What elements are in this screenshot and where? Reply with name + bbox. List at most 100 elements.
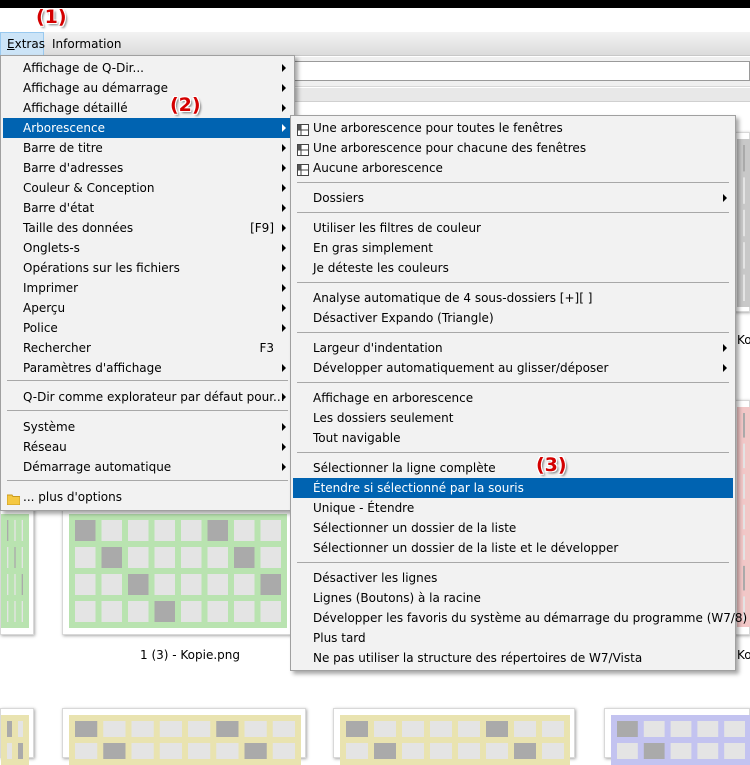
thumbnail-1-3-kopie[interactable] <box>62 505 292 635</box>
extras-item-arborescence[interactable]: Arborescence <box>3 118 292 138</box>
tree-item-ne-pas-utiliser-la-structure-des-repertoires-de-w7-vista[interactable]: Ne pas utiliser la structure des réperto… <box>293 648 733 668</box>
thumbnail-cell <box>159 743 182 759</box>
submenu-arrow-icon <box>723 194 727 202</box>
menu-separator <box>7 380 288 381</box>
extras-item-label: Réseau <box>23 440 67 454</box>
thumbnail-cell <box>188 721 211 737</box>
extras-item-couleur-conception[interactable]: Couleur & Conception <box>3 178 292 198</box>
thumbnail-partial-left[interactable] <box>0 505 34 635</box>
extras-item-affichage-au-demarrage[interactable]: Affichage au démarrage <box>3 78 292 98</box>
tree-item-dossiers[interactable]: Dossiers <box>293 188 733 208</box>
tree-item-plus-tard[interactable]: Plus tard <box>293 628 733 648</box>
menu-separator <box>297 562 729 563</box>
extras-item-barre-de-titre[interactable]: Barre de titre <box>3 138 292 158</box>
tree-item-une-arborescence-pour-chacune-des-fenetres[interactable]: Une arborescence pour chacune des fenêtr… <box>293 138 733 158</box>
thumbnail-cell <box>743 242 745 269</box>
extras-item-taille-des-donnees[interactable]: Taille des données [F9] <box>3 218 292 238</box>
extras-item-q-dir-comme-explorateur-par-defaut-pour[interactable]: Q-Dir comme explorateur par défaut pour.… <box>3 387 292 407</box>
tree-item-label: Analyse automatique de 4 sous-dossiers [… <box>313 291 593 305</box>
extras-item-systeme[interactable]: Système <box>3 417 292 437</box>
tree-item-label: Les dossiers seulement <box>313 411 454 425</box>
thumbnail-partial-right-mid[interactable] <box>734 400 750 635</box>
menu-separator <box>297 182 729 183</box>
tree-item-utiliser-les-filtres-de-couleur[interactable]: Utiliser les filtres de couleur <box>293 218 733 238</box>
thumbnail-cell <box>724 743 745 759</box>
thumbnail-cell <box>7 547 9 568</box>
extras-item-police[interactable]: Police <box>3 318 292 338</box>
thumbnail-cell <box>75 547 96 568</box>
tree-item-desactiver-expando-triangle[interactable]: Désactiver Expando (Triangle) <box>293 308 733 328</box>
tree-item-analyse-automatique-de-4-sous-dossiers[interactable]: Analyse automatique de 4 sous-dossiers [… <box>293 288 733 308</box>
extras-item-label: Onglets-s <box>23 241 80 255</box>
tree-item-label: Plus tard <box>313 631 366 645</box>
menu-separator <box>297 282 729 283</box>
tree-item-desactiver-les-lignes[interactable]: Désactiver les lignes <box>293 568 733 588</box>
tree-item-etendre-si-selectionne-par-la-souris[interactable]: Étendre si sélectionné par la souris <box>293 478 733 498</box>
tree-item-je-deteste-les-couleurs[interactable]: Je déteste les couleurs <box>293 258 733 278</box>
tree-item-label: Étendre si sélectionné par la souris <box>313 481 524 495</box>
tree-item-developper-les-favoris-du-systeme-au-demarrage-du-programme-w7-8[interactable]: Développer les favoris du système au dém… <box>293 608 747 628</box>
tree-item-affichage-en-arborescence[interactable]: Affichage en arborescence <box>293 388 733 408</box>
tree-item-unique-etendre[interactable]: Unique - Étendre <box>293 498 733 518</box>
thumbnail-partial-right-top[interactable] <box>734 132 750 312</box>
tree-item-label: Utiliser les filtres de couleur <box>313 221 481 235</box>
extras-item-operations-sur-les-fichiers[interactable]: Opérations sur les fichiers <box>3 258 292 278</box>
menu-extras[interactable]: Extras <box>0 32 45 56</box>
thumbnail-caption-partial: Ko <box>737 333 750 347</box>
thumbnail-image <box>1 715 29 765</box>
tree-item-label: Sélectionner un dossier de la liste <box>313 521 517 535</box>
thumbnail-cell <box>402 743 424 759</box>
extras-item-demarrage-automatique[interactable]: Démarrage automatique <box>3 457 292 477</box>
extras-item-barre-d-adresses[interactable]: Barre d'adresses <box>3 158 292 178</box>
extras-item-parametres-d-affichage[interactable]: Paramètres d'affichage <box>3 358 292 378</box>
thumbnail-bottom-4[interactable] <box>604 708 750 765</box>
extras-item-imprimer[interactable]: Imprimer <box>3 278 292 298</box>
tree-item-label: Unique - Étendre <box>313 501 415 515</box>
thumbnail-cell <box>181 547 202 568</box>
thumbnail-cell <box>260 574 281 595</box>
thumbnail-cell <box>7 520 9 541</box>
tree-item-label: Une arborescence pour chacune des fenêtr… <box>313 141 587 155</box>
shortcut-label: F3 <box>259 341 274 355</box>
thumbnail-cell <box>260 601 281 622</box>
submenu-arrow-icon <box>282 204 286 212</box>
menu-information[interactable]: Information <box>46 32 127 56</box>
thumbnail-cell <box>743 565 745 591</box>
tree-item-label: Désactiver les lignes <box>313 571 438 585</box>
extras-item-affichage-detaille[interactable]: Affichage détaillé <box>3 98 292 118</box>
extras-item-affichage-de-q-dir[interactable]: Affichage de Q-Dir... <box>3 58 292 78</box>
thumbnail-bottom-2[interactable] <box>62 708 306 765</box>
tree-item-label: Ne pas utiliser la structure des réperto… <box>313 651 643 665</box>
tree-item-les-dossiers-seulement[interactable]: Les dossiers seulement <box>293 408 733 428</box>
extras-item-reseau[interactable]: Réseau <box>3 437 292 457</box>
submenu-arrow-icon <box>282 124 286 132</box>
extras-item-rechercher[interactable]: Rechercher F3 <box>3 338 292 358</box>
thumbnail-bottom-3[interactable] <box>333 708 575 765</box>
thumbnail-cell <box>743 274 745 301</box>
tree-item-label: Désactiver Expando (Triangle) <box>313 311 494 325</box>
extras-item-apercu[interactable]: Aperçu <box>3 298 292 318</box>
tree-item-selectionner-un-dossier-de-la-liste[interactable]: Sélectionner un dossier de la liste <box>293 518 733 538</box>
extras-item-onglets-s[interactable]: Onglets-s <box>3 238 292 258</box>
tree-item-largeur-d-indentation[interactable]: Largeur d'indentation <box>293 338 733 358</box>
thumbnail-cell <box>154 601 175 622</box>
extras-item-plus-d-options[interactable]: ... plus d'options <box>3 487 292 507</box>
thumbnail-bottom-1[interactable] <box>0 708 34 765</box>
thumbnail-cell <box>14 601 16 622</box>
thumbnail-cell <box>260 520 281 541</box>
submenu-arrow-icon <box>282 443 286 451</box>
tree-item-aucune-arborescence[interactable]: Aucune arborescence <box>293 158 733 178</box>
menu-separator <box>297 452 729 453</box>
thumbnail-cell <box>374 721 396 737</box>
tree-item-selectionner-un-dossier-de-la-liste-et-le-developper[interactable]: Sélectionner un dossier de la liste et l… <box>293 538 733 558</box>
tree-item-developper-automatiquement-au-glisser-deposer[interactable]: Développer automatiquement au glisser/dé… <box>293 358 733 378</box>
extras-item-label: Affichage de Q-Dir... <box>23 61 144 75</box>
tree-item-selectionner-la-ligne-complete[interactable]: Sélectionner la ligne complète <box>293 458 733 478</box>
background-address-bar[interactable] <box>268 61 750 81</box>
tree-item-en-gras-simplement[interactable]: En gras simplement <box>293 238 733 258</box>
tree-item-lignes-boutons-a-la-racine[interactable]: Lignes (Boutons) à la racine <box>293 588 733 608</box>
tree-item-tout-navigable[interactable]: Tout navigable <box>293 428 733 448</box>
extras-item-barre-d-etat[interactable]: Barre d'état <box>3 198 292 218</box>
tree-item-une-arborescence-pour-toutes-le-fenetres[interactable]: Une arborescence pour toutes le fenêtres <box>293 118 733 138</box>
submenu-arrow-icon <box>282 164 286 172</box>
